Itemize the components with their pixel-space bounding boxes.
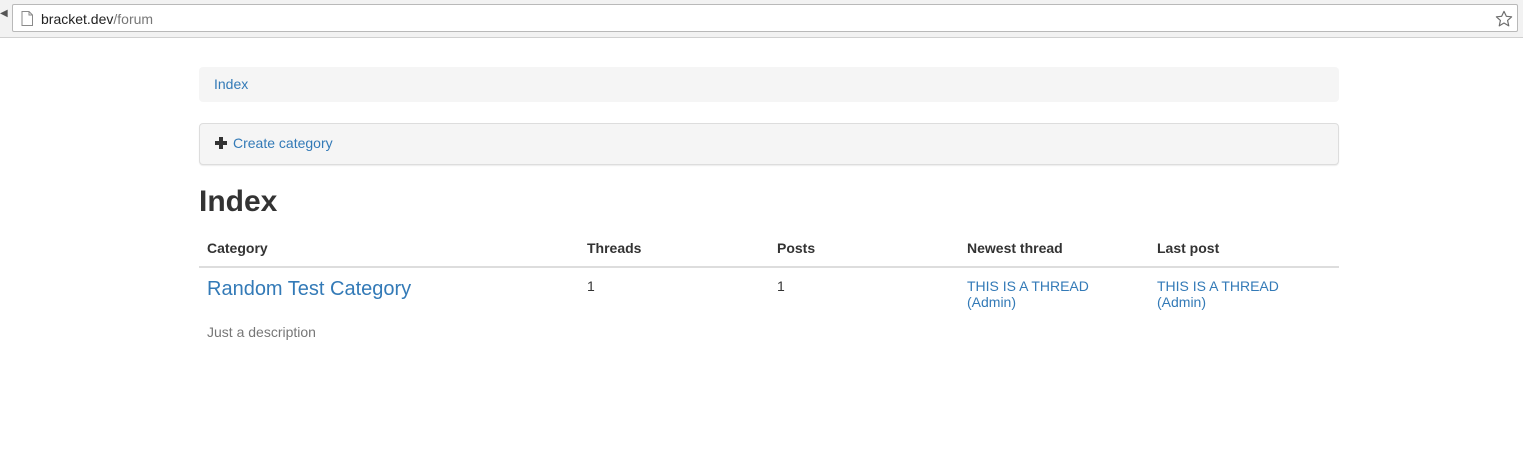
last-post-link[interactable]: THIS IS A THREAD (Admin) <box>1157 278 1279 310</box>
header-category: Category <box>199 232 579 268</box>
last-post-cell: THIS IS A THREAD (Admin) <box>1149 267 1339 348</box>
page-title: Index <box>199 185 278 218</box>
browser-toolbar: ◀ bracket.dev/forum <box>0 0 1523 38</box>
category-table: Category Threads Posts Newest thread Las… <box>199 232 1339 348</box>
newest-thread-link[interactable]: THIS IS A THREAD (Admin) <box>967 278 1089 310</box>
url-path: /forum <box>113 11 154 27</box>
header-posts: Posts <box>769 232 959 268</box>
url-text[interactable]: bracket.dev/forum <box>41 11 153 27</box>
newest-thread-cell: THIS IS A THREAD (Admin) <box>959 267 1149 348</box>
category-cell: Random Test Category Just a description <box>199 267 579 348</box>
bookmark-star-icon[interactable] <box>1495 10 1513 28</box>
posts-count: 1 <box>777 278 785 294</box>
header-last-post: Last post <box>1149 232 1339 268</box>
header-newest-thread: Newest thread <box>959 232 1149 268</box>
table-row: Random Test Category Just a description … <box>199 267 1339 348</box>
actions-panel: Create category <box>199 123 1339 165</box>
create-category-link[interactable]: Create category <box>233 135 333 151</box>
back-arrow-icon[interactable]: ◀ <box>0 9 8 19</box>
address-bar[interactable]: bracket.dev/forum <box>12 4 1518 32</box>
threads-count: 1 <box>587 278 595 294</box>
category-description: Just a description <box>207 324 316 340</box>
header-threads: Threads <box>579 232 769 268</box>
table-header-row: Category Threads Posts Newest thread Las… <box>199 232 1339 268</box>
breadcrumb-item-index[interactable]: Index <box>214 76 248 92</box>
breadcrumb: Index <box>199 67 1339 102</box>
url-host: bracket.dev <box>41 11 114 27</box>
main-container: Index Create category Index Category Thr… <box>199 67 1339 348</box>
page-icon <box>21 11 33 26</box>
category-title-link[interactable]: Random Test Category <box>207 278 571 300</box>
plus-icon <box>215 137 227 149</box>
